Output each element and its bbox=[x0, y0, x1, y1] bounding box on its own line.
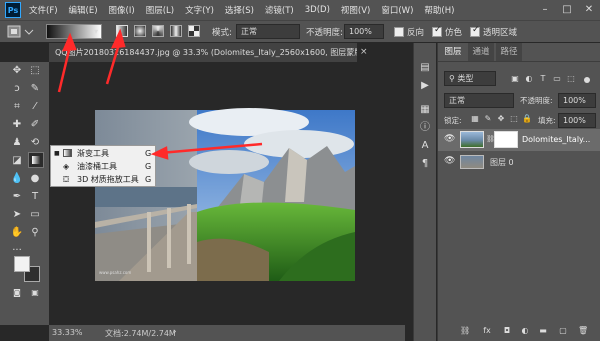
lock-transparent-icon[interactable]: ▦ bbox=[468, 112, 482, 126]
status-bar: 33.33% 文档:2.74M/2.74M › bbox=[49, 325, 405, 341]
type-filter-icon[interactable]: T bbox=[536, 72, 550, 86]
properties-panel-icon[interactable]: ▦ bbox=[418, 103, 432, 117]
pixel-filter-icon[interactable]: ▣ bbox=[508, 72, 522, 86]
layer-opacity-input[interactable]: 100% bbox=[558, 93, 596, 108]
tab-channels[interactable]: 通道 bbox=[468, 43, 494, 61]
arrow-to-linear-button bbox=[105, 43, 121, 85]
fill-label: 填充: bbox=[538, 116, 556, 125]
layer-thumbnail bbox=[460, 131, 484, 148]
arrow-to-gradient-swatch bbox=[57, 45, 72, 93]
layer-row[interactable]: 👁 图层 0 bbox=[438, 151, 600, 173]
layer-name: 图层 0 bbox=[490, 158, 514, 167]
layer-thumbnail bbox=[460, 155, 484, 169]
history-panel-icon[interactable]: ▤ bbox=[418, 61, 432, 75]
new-group-icon[interactable]: ▬ bbox=[538, 326, 548, 336]
arrow-to-flyout bbox=[159, 142, 263, 155]
arrowhead-icon bbox=[110, 28, 126, 49]
play-actions-icon[interactable]: ▶ bbox=[418, 79, 432, 93]
lock-artboard-icon[interactable]: ⬚ bbox=[507, 112, 521, 126]
adjustment-filter-icon[interactable]: ◐ bbox=[522, 72, 536, 86]
tab-paths[interactable]: 路径 bbox=[496, 43, 522, 61]
add-mask-icon[interactable]: ◘ bbox=[502, 326, 512, 336]
lock-all-icon[interactable]: 🔒 bbox=[520, 112, 534, 126]
shape-filter-icon[interactable]: ▭ bbox=[550, 72, 564, 86]
lock-image-icon[interactable]: ✎ bbox=[481, 112, 495, 126]
smart-object-filter-icon[interactable]: ⬚ bbox=[564, 72, 578, 86]
info-panel-icon[interactable]: ⓘ bbox=[418, 121, 432, 135]
arrowhead-icon bbox=[150, 146, 169, 160]
document-size: 文档:2.74M/2.74M bbox=[105, 329, 176, 338]
visibility-eye-icon[interactable]: 👁 bbox=[444, 134, 455, 144]
tab-layers[interactable]: 图层 bbox=[440, 43, 466, 61]
layers-panel: 图层 通道 路径 ⚲ 类型 ▣ ◐ T ▭ ⬚ 正常 不透明度: 100% 锁定… bbox=[437, 43, 600, 341]
collapsed-panels-column: ▤ ▶ ▦ ⓘ A ¶ bbox=[413, 43, 436, 341]
fill-input[interactable]: 100% bbox=[558, 113, 596, 128]
layer-opacity-label: 不透明度: bbox=[520, 96, 553, 105]
character-panel-icon[interactable]: A bbox=[418, 139, 432, 153]
lock-position-icon[interactable]: ✥ bbox=[494, 112, 508, 126]
new-layer-icon[interactable]: ▢ bbox=[558, 326, 568, 336]
filter-toggle-icon[interactable] bbox=[584, 77, 590, 83]
layer-filter-select[interactable]: ⚲ 类型 bbox=[444, 71, 496, 86]
layer-name: Dolomites_Italy... bbox=[522, 135, 591, 144]
delete-layer-icon[interactable]: 🗑 bbox=[578, 326, 588, 336]
visibility-eye-icon[interactable]: 👁 bbox=[444, 156, 455, 166]
blend-mode-select[interactable]: 正常 bbox=[444, 93, 514, 108]
divider bbox=[438, 61, 600, 62]
layer-mask-thumbnail[interactable] bbox=[494, 131, 518, 148]
lock-label: 锁定: bbox=[444, 116, 462, 125]
link-layers-icon[interactable]: ⛓ bbox=[460, 326, 470, 336]
arrowhead-icon bbox=[62, 32, 77, 52]
chevron-right-icon[interactable]: › bbox=[173, 327, 177, 337]
layer-row[interactable]: 👁 ⛓ Dolomites_Italy... bbox=[438, 129, 600, 151]
paragraph-panel-icon[interactable]: ¶ bbox=[418, 157, 432, 171]
fx-icon[interactable]: fx bbox=[482, 326, 492, 336]
adjustment-layer-icon[interactable]: ◐ bbox=[520, 326, 530, 336]
filter-label: 类型 bbox=[457, 74, 474, 83]
zoom-level[interactable]: 33.33% bbox=[52, 328, 83, 337]
